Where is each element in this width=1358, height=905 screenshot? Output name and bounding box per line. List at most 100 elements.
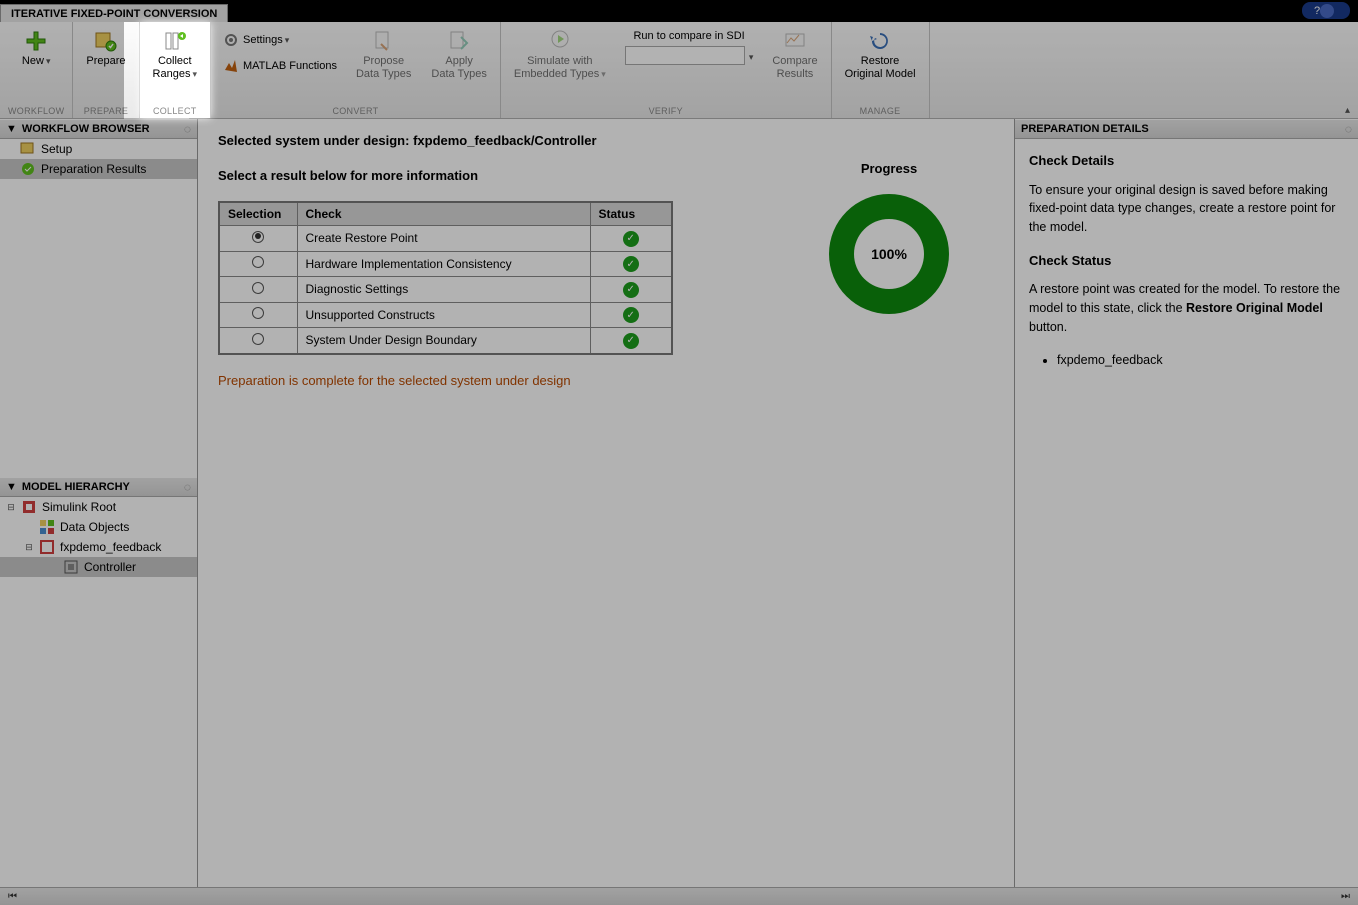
subsystem-icon [63,559,79,575]
tree-root[interactable]: ⊟ Simulink Root [0,497,197,517]
tree-toggle-icon[interactable]: ⊟ [6,502,16,513]
table-row[interactable]: Create Restore Point [219,226,672,252]
help-button[interactable] [1302,2,1350,19]
propose-icon [372,29,396,53]
check-name: Diagnostic Settings [297,277,590,303]
check-details-text: To ensure your original design is saved … [1029,181,1344,237]
sdi-run-select[interactable] [625,46,745,65]
details-header[interactable]: PREPARATION DETAILS ◌ [1015,119,1358,139]
compare-button[interactable]: Compare Results [767,26,822,84]
toolstrip: New WORKFLOW Prepare PREPARE Collect Ran… [0,22,1358,119]
workflow-item-setup[interactable]: Setup [0,139,197,159]
group-convert: Settings MATLAB Functions Propose Data T… [211,22,501,118]
simulink-icon [21,499,37,515]
status-ok-icon [623,256,639,272]
compare-icon [783,29,807,53]
checks-table: Selection Check Status Create Restore Po… [218,201,673,355]
minimize-toolstrip-icon[interactable]: ▴ [1345,105,1350,116]
group-collect: Collect Ranges COLLECT [140,22,211,118]
progress-value: 100% [854,219,924,289]
model-hierarchy-body: ⊟ Simulink Root Data Objects ⊟ fxpdemo_f… [0,497,197,887]
radio-icon[interactable] [252,231,264,243]
center-content: Selected system under design: fxpdemo_fe… [198,119,1014,887]
radio-icon[interactable] [252,307,264,319]
sdi-label: Run to compare in SDI [633,30,744,42]
status-bar: ⏮ ⏭ [0,887,1358,905]
group-verify: Simulate with Embedded Types Run to comp… [501,22,832,118]
workflow-browser-body: Setup Preparation Results [0,139,197,477]
left-column: ▼ WORKFLOW BROWSER ◌ Setup Preparation R… [0,119,198,887]
app-tab[interactable]: ITERATIVE FIXED-POINT CONVERSION [0,4,228,23]
group-workflow: New WORKFLOW [0,22,73,118]
check-name: Create Restore Point [297,226,590,252]
collapse-icon: ▼ [6,123,17,135]
restore-model-item: fxpdemo_feedback [1057,351,1344,370]
results-icon [20,161,36,177]
status-ok-icon [623,307,639,323]
progress-donut: 100% [829,194,949,314]
tree-toggle-icon[interactable]: ⊟ [24,542,34,553]
restore-button[interactable]: Restore Original Model [840,26,921,84]
gear-icon [223,32,239,48]
group-manage: Restore Original Model MANAGE [832,22,930,118]
progress-label: Progress [784,161,994,176]
details-panel: PREPARATION DETAILS ◌ Check Details To e… [1014,119,1358,887]
panel-gear-icon[interactable]: ◌ [1345,122,1352,136]
sdi-caret-icon[interactable] [747,49,754,63]
setup-icon [20,141,36,157]
col-check: Check [297,202,590,226]
simulate-button[interactable]: Simulate with Embedded Types [509,26,611,84]
subtitle: Select a result below for more informati… [218,168,784,183]
model-hierarchy-header[interactable]: ▼ MODEL HIERARCHY ◌ [0,477,197,497]
new-button[interactable]: New [17,26,56,71]
prepare-button[interactable]: Prepare [81,26,130,71]
table-row[interactable]: Unsupported Constructs [219,302,672,328]
status-ok-icon [623,333,639,349]
apply-button[interactable]: Apply Data Types [426,26,491,84]
workflow-browser-header[interactable]: ▼ WORKFLOW BROWSER ◌ [0,119,197,139]
table-row[interactable]: System Under Design Boundary [219,328,672,354]
radio-icon[interactable] [252,282,264,294]
check-details-heading: Check Details [1029,151,1344,171]
tree-model[interactable]: ⊟ fxpdemo_feedback [0,537,197,557]
collapse-icon: ▼ [6,481,17,493]
prep-complete-msg: Preparation is complete for the selected… [218,373,784,388]
apply-icon [447,29,471,53]
tree-data-objects[interactable]: Data Objects [0,517,197,537]
settings-button[interactable]: Settings [219,30,341,50]
plus-icon [24,29,48,53]
main-area: ▼ WORKFLOW BROWSER ◌ Setup Preparation R… [0,119,1358,887]
collect-ranges-button[interactable]: Collect Ranges [148,26,202,84]
scroll-right-icon[interactable]: ⏭ [1341,891,1350,902]
check-status-heading: Check Status [1029,251,1344,271]
system-title: Selected system under design: fxpdemo_fe… [218,133,784,148]
radio-icon[interactable] [252,256,264,268]
tree-controller[interactable]: Controller [0,557,197,577]
status-ok-icon [623,282,639,298]
col-status: Status [590,202,672,226]
panel-gear-icon[interactable]: ◌ [184,122,191,136]
col-selection: Selection [219,202,297,226]
table-row[interactable]: Diagnostic Settings [219,277,672,303]
tab-bar: ITERATIVE FIXED-POINT CONVERSION [0,0,1358,22]
check-name: Hardware Implementation Consistency [297,251,590,277]
check-status-text: A restore point was created for the mode… [1029,280,1344,336]
group-prepare: Prepare PREPARE [73,22,139,118]
panel-gear-icon[interactable]: ◌ [184,480,191,494]
scroll-left-icon[interactable]: ⏮ [8,891,17,902]
prepare-icon [94,29,118,53]
data-objects-icon [39,519,55,535]
propose-button[interactable]: Propose Data Types [351,26,416,84]
matlab-icon [223,58,239,74]
restore-icon [868,29,892,53]
play-icon [548,29,572,53]
status-ok-icon [623,231,639,247]
check-name: Unsupported Constructs [297,302,590,328]
radio-icon[interactable] [252,333,264,345]
check-name: System Under Design Boundary [297,328,590,354]
table-row[interactable]: Hardware Implementation Consistency [219,251,672,277]
model-icon [39,539,55,555]
workflow-item-prep-results[interactable]: Preparation Results [0,159,197,179]
matlab-functions-button[interactable]: MATLAB Functions [219,56,341,76]
collect-ranges-icon [163,29,187,53]
